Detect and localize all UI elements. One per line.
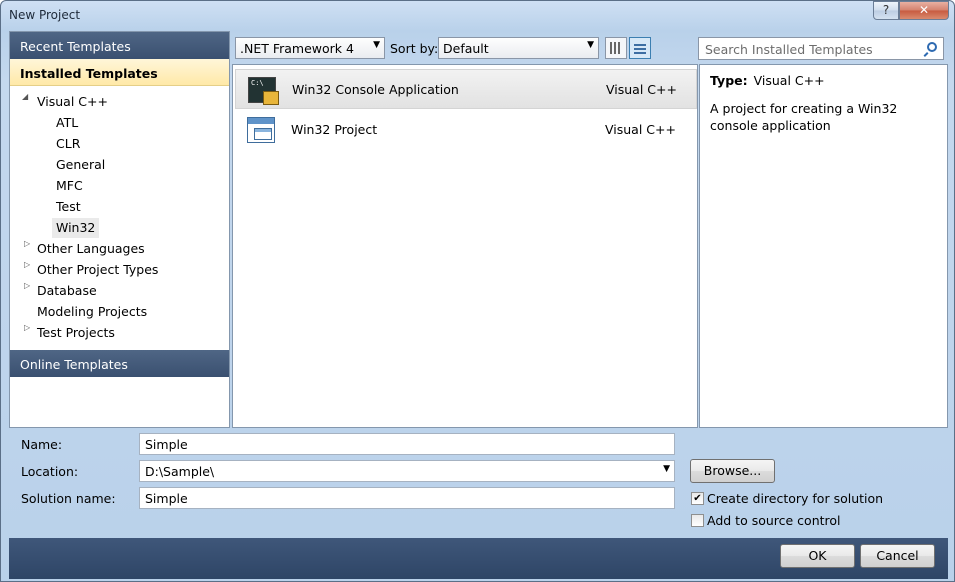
recent-templates-header[interactable]: Recent Templates [10, 32, 229, 59]
template-name: Win32 Project [291, 122, 378, 137]
online-templates-header[interactable]: Online Templates [10, 350, 229, 377]
collapsed-arrow-icon[interactable]: ▷ [24, 239, 34, 259]
list-view-icon [634, 42, 646, 54]
close-button[interactable]: ✕ [899, 1, 949, 20]
installed-templates-header[interactable]: Installed Templates [10, 59, 229, 86]
sort-value: Default [443, 41, 489, 56]
template-category-panel: Recent Templates Installed Templates ◢ V… [9, 31, 230, 428]
template-description: A project for creating a Win32 console a… [710, 101, 898, 133]
tree-item-database[interactable]: Database [37, 281, 97, 301]
name-label: Name: [21, 437, 63, 452]
framework-value: .NET Framework 4 [240, 41, 354, 56]
tree-item-clr[interactable]: CLR [56, 134, 80, 154]
add-source-control-label: Add to source control [707, 513, 841, 528]
dialog-title: New Project [9, 8, 81, 22]
help-button[interactable]: ? [873, 1, 899, 20]
location-combo[interactable]: D:\Sample\ ▼ [139, 460, 675, 482]
console-app-icon [248, 77, 279, 105]
type-value: Visual C++ [753, 73, 825, 88]
tree-item-test-projects[interactable]: Test Projects [37, 323, 115, 343]
tree-item-atl[interactable]: ATL [56, 113, 78, 133]
solution-name-label: Solution name: [21, 491, 116, 506]
location-value: D:\Sample\ [145, 464, 215, 479]
chevron-down-icon[interactable]: ▼ [663, 464, 670, 474]
name-input[interactable]: Simple [139, 433, 675, 455]
create-directory-checkbox[interactable]: ✔ [691, 492, 704, 505]
ok-button[interactable]: OK [780, 544, 855, 568]
new-project-dialog: New Project ? ✕ Recent Templates Install… [0, 0, 955, 582]
tree-item-general[interactable]: General [56, 155, 105, 175]
add-source-control-checkbox[interactable] [691, 514, 704, 527]
collapsed-arrow-icon[interactable]: ▷ [24, 281, 34, 301]
template-language: Visual C++ [605, 122, 676, 137]
chevron-down-icon: ▼ [373, 40, 380, 50]
location-label: Location: [21, 464, 79, 479]
tree-item-other-languages[interactable]: Other Languages [37, 239, 145, 259]
type-line: Type: Visual C++ [710, 73, 937, 88]
win32-project-icon [247, 117, 275, 143]
framework-select[interactable]: .NET Framework 4 ▼ [235, 37, 385, 59]
tree-item-win32[interactable]: Win32 [52, 218, 100, 238]
collapsed-arrow-icon[interactable]: ▷ [24, 260, 34, 280]
cancel-button[interactable]: Cancel [860, 544, 935, 568]
collapsed-arrow-icon[interactable]: ▷ [24, 323, 34, 343]
tree-item-other-project-types[interactable]: Other Project Types [37, 260, 158, 280]
sort-by-label: Sort by: [390, 41, 439, 56]
search-icon[interactable] [927, 42, 937, 52]
list-view-button[interactable] [629, 37, 651, 59]
tree-item-modeling-projects[interactable]: Modeling Projects [37, 302, 147, 322]
type-label: Type: [710, 73, 748, 88]
create-directory-label: Create directory for solution [707, 491, 884, 506]
template-row-console-app[interactable]: Win32 Console Application Visual C++ [235, 69, 697, 109]
title-bar[interactable]: New Project ? ✕ [1, 1, 954, 29]
sort-by-select[interactable]: Default ▼ [438, 37, 599, 59]
browse-button[interactable]: Browse... [690, 459, 775, 483]
template-language: Visual C++ [606, 82, 677, 97]
grid-view-icon [610, 42, 622, 54]
template-name: Win32 Console Application [292, 82, 459, 97]
search-templates-input[interactable]: Search Installed Templates [698, 37, 944, 60]
small-icons-view-button[interactable] [605, 37, 627, 59]
search-placeholder: Search Installed Templates [705, 42, 873, 57]
tree-item-visual-cpp[interactable]: Visual C++ [37, 92, 108, 112]
template-list: Win32 Console Application Visual C++ Win… [232, 64, 698, 428]
chevron-down-icon: ▼ [587, 40, 594, 50]
expanded-arrow-icon[interactable]: ◢ [22, 92, 32, 112]
template-row-win32-project[interactable]: Win32 Project Visual C++ [235, 110, 697, 150]
tree-item-mfc[interactable]: MFC [56, 176, 83, 196]
template-details-panel: Type: Visual C++ A project for creating a… [699, 64, 948, 428]
solution-name-input[interactable]: Simple [139, 487, 675, 509]
tree-item-test[interactable]: Test [56, 197, 81, 217]
